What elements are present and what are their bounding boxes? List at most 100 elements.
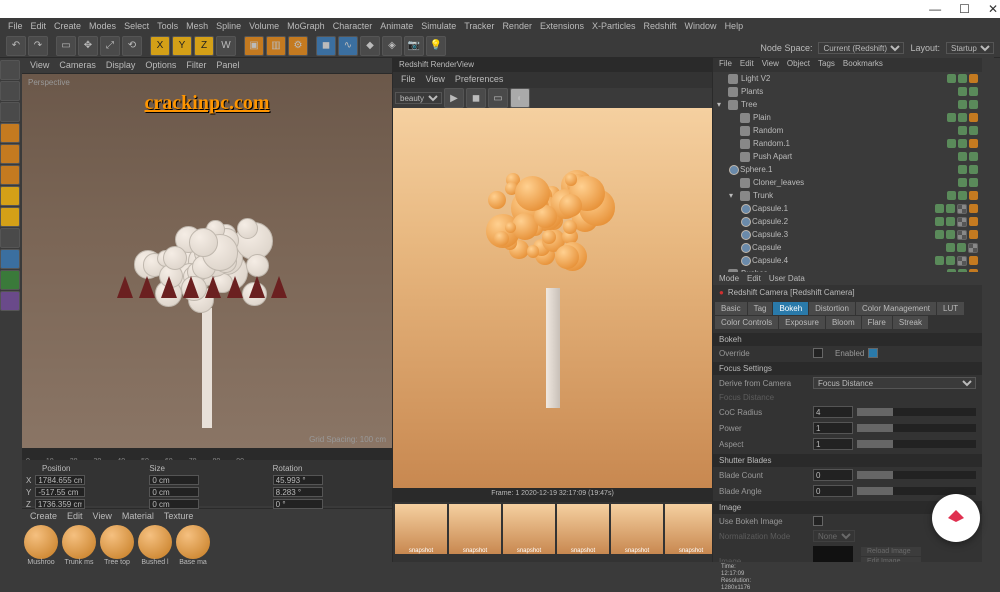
quantize-toggle[interactable] [0,207,20,227]
pos-y-input[interactable] [35,487,85,497]
coc-input[interactable] [813,406,853,418]
object-manager-tree[interactable]: Light V2Plants▾TreePlainRandomRandom.1Pu… [713,72,982,272]
power-slider[interactable] [857,424,976,432]
menu-volume[interactable]: Volume [249,21,279,31]
object-row[interactable]: Capsule [713,241,982,254]
rot-p-input[interactable] [273,487,323,497]
power-input[interactable] [813,422,853,434]
deformer-tool[interactable]: ◈ [382,36,402,56]
blade-count-input[interactable] [813,469,853,481]
attr-tab-flare[interactable]: Flare [862,316,892,329]
menu-character[interactable]: Character [333,21,373,31]
rot-h-input[interactable] [273,475,323,485]
size-y-input[interactable] [149,487,199,497]
render-button[interactable]: ▣ [244,36,264,56]
axis-x-toggle[interactable]: X [150,36,170,56]
axis-y-toggle[interactable]: Y [172,36,192,56]
object-row[interactable]: Plain [713,111,982,124]
coc-slider[interactable] [857,408,976,416]
menu-render[interactable]: Render [502,21,532,31]
viewport-3d[interactable]: crackinpc.com Perspective Grid Spacing: … [22,74,392,448]
point-mode[interactable] [0,123,20,143]
menu-spline[interactable]: Spline [216,21,241,31]
object-row[interactable]: Capsule.1 [713,202,982,215]
render-region-button[interactable]: ▥ [266,36,286,56]
material-item[interactable]: Bushed l [138,525,172,566]
menu-extensions[interactable]: Extensions [540,21,584,31]
camera-tool[interactable]: 📷 [404,36,424,56]
aspect-slider[interactable] [857,440,976,448]
light-tool[interactable]: 💡 [426,36,446,56]
snap-toggle[interactable] [0,186,20,206]
attr-tab-bloom[interactable]: Bloom [826,316,861,329]
maximize-button[interactable]: ☐ [959,2,970,16]
pos-x-input[interactable] [35,475,85,485]
attr-tab-color-management[interactable]: Color Management [856,302,936,315]
axis-z-toggle[interactable]: Z [194,36,214,56]
override-checkbox[interactable] [813,348,823,358]
editable-toggle[interactable] [0,60,20,80]
select-tool[interactable]: ▭ [56,36,76,56]
menu-window[interactable]: Window [685,21,717,31]
minimize-button[interactable]: — [929,2,941,16]
menu-simulate[interactable]: Simulate [421,21,456,31]
texture-mode[interactable] [0,102,20,122]
pos-z-input[interactable] [35,499,85,509]
viewport-solo[interactable] [0,249,20,269]
attr-tab-color-controls[interactable]: Color Controls [715,316,778,329]
node-space-select[interactable]: Current (Redshift) [818,42,904,54]
snapshot-thumb[interactable]: snapshot [395,504,447,554]
workplane-tool[interactable] [0,228,20,248]
material-item[interactable]: Base ma [176,525,210,566]
spline-primitive[interactable]: ∿ [338,36,358,56]
scale-tool[interactable]: ⤢ [100,36,120,56]
menu-animate[interactable]: Animate [380,21,413,31]
object-row[interactable]: Random [713,124,982,137]
object-row[interactable]: ▾Trunk [713,189,982,202]
close-button[interactable]: ✕ [988,2,998,16]
generator-tool[interactable]: ◆ [360,36,380,56]
snapshot-thumb[interactable]: snapshot [611,504,663,554]
snapshot-thumb[interactable]: snapshot [665,504,717,554]
attr-tab-lut[interactable]: LUT [937,302,964,315]
aov-select[interactable]: beauty [395,92,442,104]
move-tool[interactable]: ✥ [78,36,98,56]
render-region-tool[interactable]: ▭ [488,88,508,108]
menu-tools[interactable]: Tools [157,21,178,31]
object-row[interactable]: ▾Tree [713,98,982,111]
layout-select[interactable]: Startup [946,42,994,54]
menu-select[interactable]: Select [124,21,149,31]
magnet-tool[interactable] [0,270,20,290]
attr-tab-tag[interactable]: Tag [748,302,773,315]
menu-edit[interactable]: Edit [31,21,47,31]
edit-image-button[interactable]: Edit Image... [861,557,921,563]
menu-mograph[interactable]: MoGraph [287,21,325,31]
menu-file[interactable]: File [8,21,23,31]
attr-tab-distortion[interactable]: Distortion [809,302,855,315]
menu-create[interactable]: Create [54,21,81,31]
brightness-tool[interactable]: ◐ [510,88,530,108]
object-row[interactable]: Capsule.4 [713,254,982,267]
render-start-button[interactable]: ▶ [444,88,464,108]
render-stop-button[interactable]: ◼ [466,88,486,108]
menu-x-particles[interactable]: X-Particles [592,21,636,31]
size-z-input[interactable] [149,499,199,509]
menu-help[interactable]: Help [725,21,744,31]
menu-redshift[interactable]: Redshift [644,21,677,31]
snapshot-thumb[interactable]: snapshot [449,504,501,554]
edge-mode[interactable] [0,144,20,164]
object-row[interactable]: Light V2 [713,72,982,85]
size-x-input[interactable] [149,475,199,485]
object-row[interactable]: Push Apart [713,150,982,163]
undo-button[interactable]: ↶ [6,36,26,56]
rot-b-input[interactable] [273,499,323,509]
object-row[interactable]: Capsule.2 [713,215,982,228]
object-row[interactable]: Cloner_leaves [713,176,982,189]
material-item[interactable]: Mushroo [24,525,58,566]
object-row[interactable]: Sphere.1 [713,163,982,176]
material-item[interactable]: Tree top [100,525,134,566]
menu-tracker[interactable]: Tracker [464,21,494,31]
object-row[interactable]: Random.1 [713,137,982,150]
world-axis-toggle[interactable]: W [216,36,236,56]
derive-select[interactable]: Focus Distance [813,377,976,389]
